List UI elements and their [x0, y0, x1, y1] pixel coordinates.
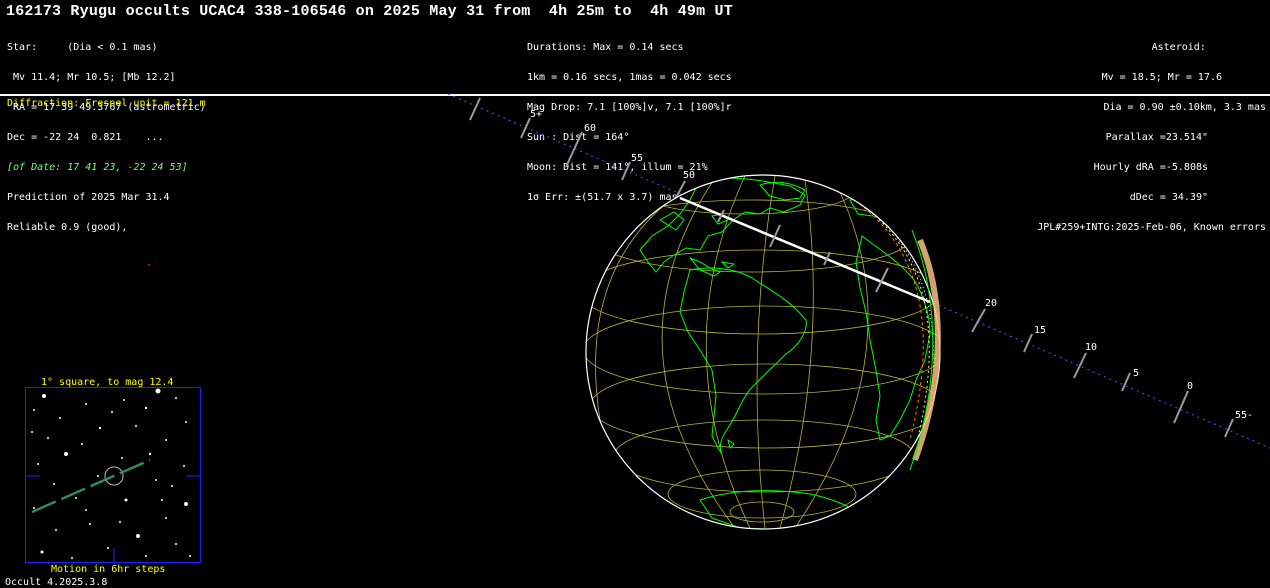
tick-label: 20: [985, 298, 998, 309]
tick-label: 10: [1085, 342, 1098, 353]
tick-label: 5+: [530, 109, 543, 120]
version-label: Occult 4.2025.3.8: [5, 577, 108, 588]
asteroid-motion-line: [31, 458, 151, 514]
starchart-caption: Motion in 6hr steps: [51, 564, 166, 575]
tick-label: 5: [1133, 368, 1140, 379]
tick-label: 60: [584, 123, 597, 134]
tick-label: 0: [1187, 381, 1194, 392]
star-chart: [25, 387, 201, 563]
star-field: [26, 388, 200, 562]
tick-label: 50: [683, 170, 696, 181]
tick-label: 55-: [1235, 410, 1254, 421]
tick-label: 55: [631, 153, 644, 164]
observer-dot: [148, 264, 150, 266]
tick-label: 15: [1034, 325, 1047, 336]
